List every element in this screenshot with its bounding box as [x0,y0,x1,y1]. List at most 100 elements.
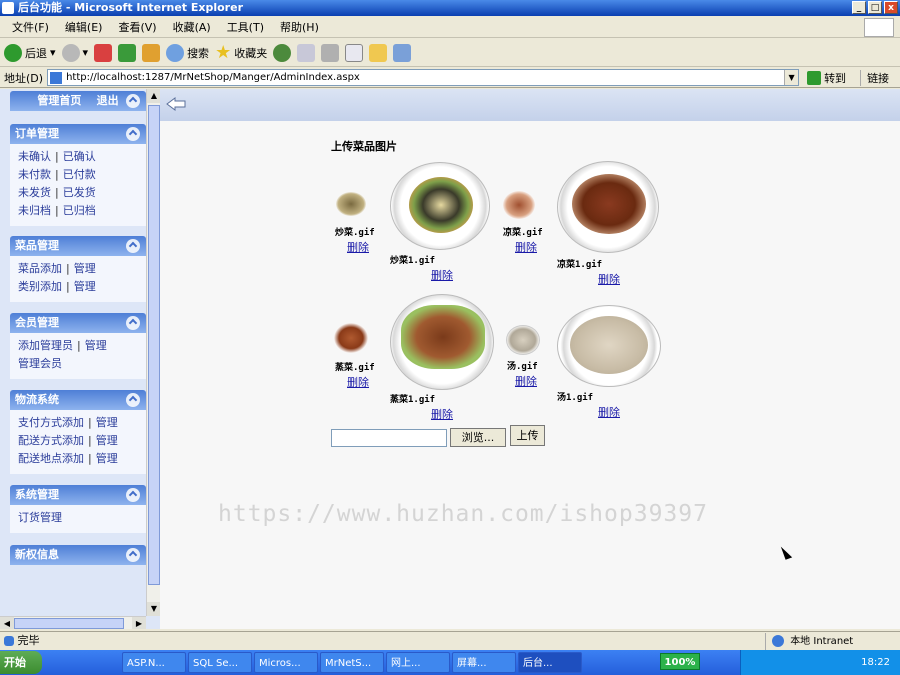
nav-link[interactable]: 管理 [85,339,107,352]
nav-link[interactable]: 已发货 [63,186,96,199]
section-header[interactable]: 会员管理 [10,313,146,333]
minimize-button[interactable]: _ [852,1,866,14]
taskbar-item[interactable]: 后台... [518,652,582,673]
taskbar-item[interactable]: 屏幕... [452,652,516,673]
nav-link[interactable]: 未付款 [18,168,51,181]
left-horizontal-scrollbar[interactable]: ◀ ▶ [0,616,146,629]
taskbar-item[interactable]: MrNetS... [320,652,384,673]
scroll-thumb[interactable] [14,618,124,629]
print-icon[interactable] [321,43,340,62]
menu-file[interactable]: 文件(F) [4,19,57,35]
delete-link[interactable]: 删除 [431,267,453,283]
window-title-bar[interactable]: 后台功能 - Microsoft Internet Explorer _ □ x [0,0,900,16]
edit-icon[interactable] [345,43,364,62]
scroll-right-icon[interactable]: ▶ [132,617,146,629]
scroll-thumb[interactable] [148,105,160,585]
logout-link[interactable]: 退出 [97,94,119,107]
upload-button[interactable]: 上传 [510,425,545,446]
back-arrow-icon[interactable] [166,97,186,111]
nav-link[interactable]: 管理 [96,452,118,465]
collapse-icon[interactable] [126,548,140,562]
menu-tools[interactable]: 工具(T) [219,19,272,35]
section-header[interactable]: 订单管理 [10,124,146,144]
image-filename: 汤.gif [507,362,538,372]
messenger-icon[interactable] [393,43,412,62]
nav-link[interactable]: 已确认 [63,150,96,163]
nav-link[interactable]: 类别添加 [18,280,62,293]
delete-link[interactable]: 删除 [515,239,537,255]
menu-favorites[interactable]: 收藏(A) [165,19,219,35]
nav-link[interactable]: 管理 [96,416,118,429]
taskbar-item[interactable]: SQL Se... [188,652,252,673]
file-path-input[interactable] [331,429,447,447]
nav-link[interactable]: 配送地点添加 [18,452,84,465]
dish-image [390,294,494,390]
nav-link[interactable]: 菜品添加 [18,262,62,275]
forward-button[interactable]: ▾ [61,43,88,62]
taskbar-item[interactable]: 网上... [386,652,450,673]
menu-view[interactable]: 查看(V) [110,19,164,35]
nav-link[interactable]: 未发货 [18,186,51,199]
menu-help[interactable]: 帮助(H) [272,19,327,35]
taskbar-item[interactable]: Micros... [254,652,318,673]
browse-button[interactable]: 浏览... [450,428,506,447]
stop-icon[interactable] [94,43,113,62]
collapse-icon[interactable] [126,316,140,330]
folder-icon[interactable] [369,43,388,62]
nav-link[interactable]: 添加管理员 [18,339,73,352]
address-dropdown-icon[interactable]: ▼ [784,70,799,85]
delete-link[interactable]: 删除 [431,406,453,422]
mail-icon[interactable] [297,43,316,62]
history-icon[interactable] [273,43,292,62]
close-button[interactable]: x [884,1,898,14]
admin-home-link[interactable]: 管理首页 [37,94,81,107]
nav-link[interactable]: 未归档 [18,204,51,217]
nav-link[interactable]: 已归档 [63,204,96,217]
maximize-button[interactable]: □ [868,1,882,14]
section-header[interactable]: 菜品管理 [10,236,146,256]
left-vertical-scrollbar[interactable]: ▲ ▼ [146,89,161,616]
section-header[interactable]: 新权信息 [10,545,146,565]
address-input[interactable]: http://localhost:1287/MrNetShop/Manger/A… [47,69,800,86]
delete-link[interactable]: 删除 [515,373,537,389]
collapse-icon[interactable] [126,488,140,502]
nav-link[interactable]: 管理 [96,434,118,447]
nav-link[interactable]: 已付款 [63,168,96,181]
nav-link[interactable]: 未确认 [18,150,51,163]
mouse-cursor-icon [780,544,793,560]
nav-link[interactable]: 支付方式添加 [18,416,84,429]
favorites-label: 收藏夹 [234,46,268,60]
zoom-indicator[interactable]: 100% [660,653,700,670]
nav-link[interactable]: 管理 [74,280,96,293]
collapse-icon[interactable] [126,393,140,407]
links-button[interactable]: 链接 [860,69,889,86]
collapse-icon[interactable] [126,127,140,141]
taskbar-item[interactable]: ASP.N... [122,652,186,673]
back-button[interactable]: 后退 ▾ [4,43,56,62]
search-button[interactable]: 搜索 [166,43,209,62]
section-header[interactable]: 系统管理 [10,485,146,505]
delete-link[interactable]: 删除 [598,404,620,420]
collapse-icon[interactable] [126,239,140,253]
delete-link[interactable]: 删除 [598,271,620,287]
home-icon[interactable] [142,43,161,62]
collapse-icon[interactable] [126,94,140,108]
toolbar: 后退 ▾ ▾ 搜索 ★ 收藏夹 [0,39,900,67]
clock[interactable]: 18:22 [861,657,890,668]
delete-link[interactable]: 删除 [347,239,369,255]
nav-link[interactable]: 订货管理 [18,511,62,524]
image-filename: 蒸菜.gif [335,363,375,373]
favorites-button[interactable]: ★ 收藏夹 [215,43,268,62]
menu-edit[interactable]: 编辑(E) [57,19,111,35]
nav-link[interactable]: 配送方式添加 [18,434,84,447]
scroll-up-icon[interactable]: ▲ [147,89,161,103]
scroll-left-icon[interactable]: ◀ [0,617,14,629]
nav-link[interactable]: 管理 [74,262,96,275]
start-button[interactable]: 开始 [0,651,42,674]
section-header[interactable]: 物流系统 [10,390,146,410]
delete-link[interactable]: 删除 [347,374,369,390]
nav-link[interactable]: 管理会员 [18,357,62,370]
go-button[interactable]: 转到 [807,70,846,86]
scroll-down-icon[interactable]: ▼ [147,602,161,616]
refresh-icon[interactable] [118,43,137,62]
